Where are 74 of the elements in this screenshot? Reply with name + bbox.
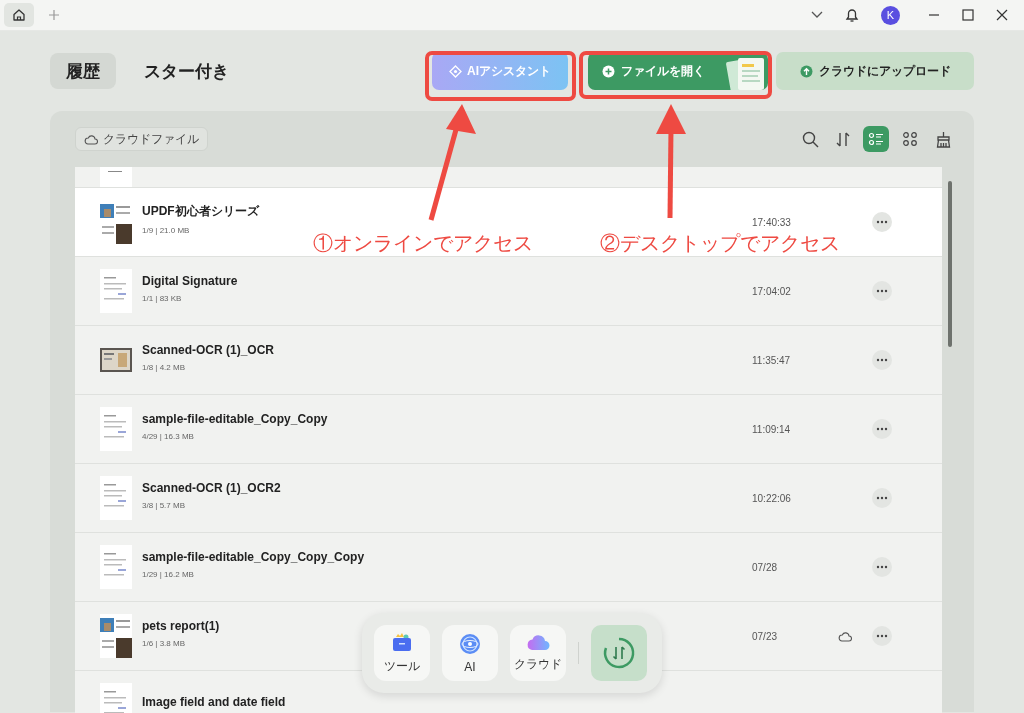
chevron-down-icon[interactable] [811,11,823,19]
sync-button[interactable] [591,625,647,681]
cloud-files-button[interactable]: クラウドファイル [75,127,208,151]
grid-icon [902,131,918,147]
plus-circle-icon [602,64,615,78]
file-name: sample-file-editable_Copy_Copy_Copy [142,549,365,564]
scrollbar[interactable] [948,181,952,347]
close-icon[interactable] [996,9,1008,21]
annotation-label: ①オンラインでアクセス [313,231,533,256]
more-button[interactable] [872,212,892,232]
file-thumbnail [100,545,132,589]
file-thumbnail [100,614,132,658]
file-meta: 3/8 | 5.7 MB [142,500,185,510]
more-icon [876,565,888,569]
file-name: sample-file-editable_Copy_Copy [142,411,328,426]
more-button[interactable] [872,419,892,439]
file-time: 17:04:02 [752,285,792,297]
file-name: pets report(1) [142,618,220,633]
file-time: 11:35:47 [752,354,792,366]
file-thumbnail [100,476,132,520]
tools-dock-button[interactable]: ツール [374,625,430,681]
file-time: 07/28 [752,561,779,573]
file-meta: 4/29 | 16.3 MB [142,431,194,441]
bell-icon[interactable] [845,7,859,23]
more-button[interactable] [872,350,892,370]
ai-orb-icon [459,632,481,655]
more-icon [876,634,888,638]
cloud-dock-button[interactable]: クラウド [510,625,566,681]
more-button[interactable] [872,488,892,508]
cloud-icon [84,133,98,145]
file-time: 10:22:06 [752,492,792,504]
upload-to-cloud-button[interactable]: クラウドにアップロード [776,52,974,90]
file-thumbnail [100,407,132,451]
ai-dock-button[interactable]: AI [442,625,498,681]
annotation-label: ②デスクトップでアクセス [600,231,840,256]
list-view-button[interactable] [863,126,889,152]
tab[interactable]: 履歴 [50,53,116,89]
more-button[interactable] [872,281,892,301]
cloud-icon [526,633,550,651]
search-icon[interactable] [802,130,819,148]
file-thumbnail [100,269,132,313]
file-thumbnail [100,167,132,187]
file-time: 07/23 [752,630,779,642]
more-button[interactable] [872,557,892,577]
toolbox-icon [391,631,413,653]
maximize-icon[interactable] [962,9,974,21]
user-avatar[interactable]: K [881,5,900,25]
sort-icon[interactable] [835,130,851,148]
more-icon [876,427,888,431]
file-meta: 1/9 | 21.0 MB [142,226,190,235]
file-meta: 1/1 | 83 KB [142,293,182,303]
home-tab[interactable] [4,3,34,27]
file-time: 11:09:14 [752,423,792,435]
file-time: 17:40:33 [752,216,792,228]
ai-icon [449,64,462,78]
broom-icon[interactable] [935,130,952,148]
file-name: UPDF初心者シリーズ [142,203,259,220]
more-icon [876,220,888,224]
more-icon [876,358,888,362]
file-meta: 1/29 | 16.2 MB [142,569,194,579]
file-name: Digital Signature [142,273,238,288]
upload-icon [799,64,813,78]
list-icon [868,131,884,147]
file-name: Scanned-OCR (1)_OCR [142,342,275,357]
file-name: Image field and date field [142,695,286,709]
sync-icon [602,636,636,670]
tab[interactable]: スター付き [128,53,245,89]
file-name: Scanned-OCR (1)_OCR2 [142,480,281,495]
more-button[interactable] [872,626,892,646]
file-meta: 1/8 | 4.2 MB [142,362,185,372]
file-meta: 1/6 | 3.8 MB [142,638,185,648]
more-icon [876,289,888,293]
home-icon [12,8,26,22]
more-icon [876,496,888,500]
